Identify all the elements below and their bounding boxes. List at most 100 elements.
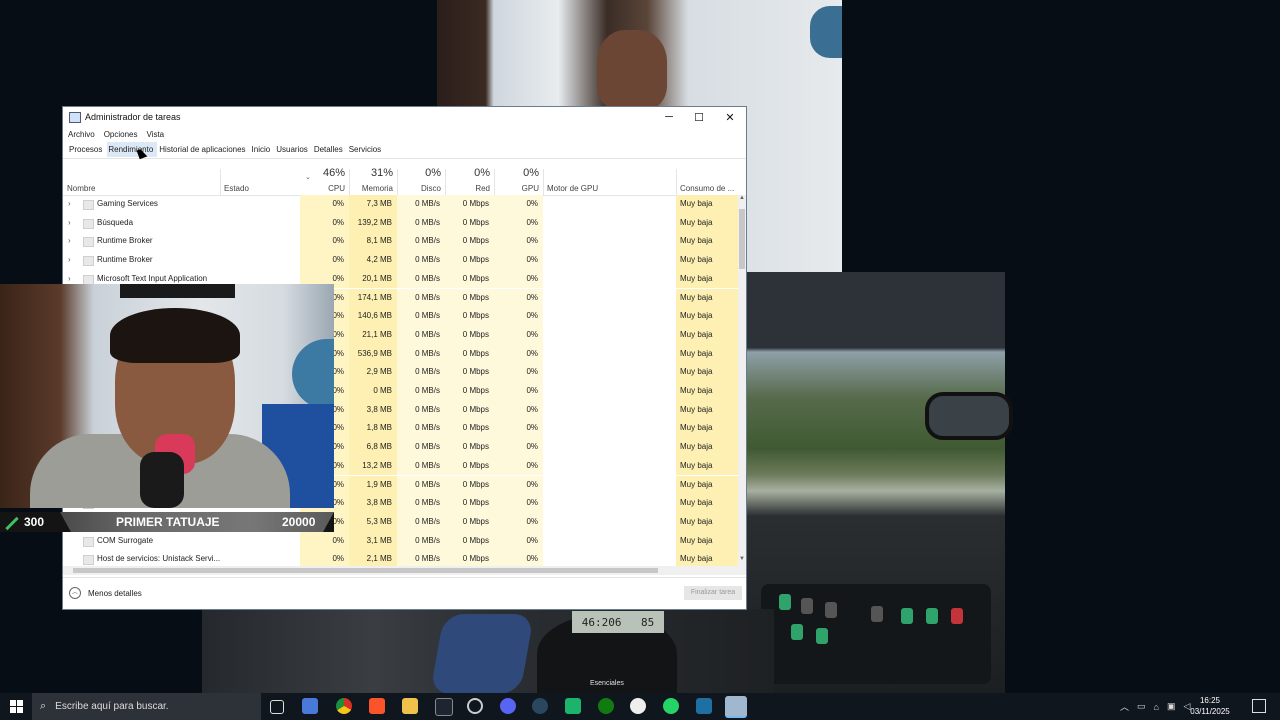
process-gpu: 0%: [494, 494, 543, 513]
horizontal-scrollbar[interactable]: [63, 566, 746, 575]
process-name: Gaming Services: [97, 199, 158, 208]
col-status[interactable]: Estado: [220, 165, 300, 195]
process-net: 0 Mbps: [445, 269, 494, 289]
process-disk: 0 MB/s: [397, 307, 445, 326]
expand-chevron-icon[interactable]: ›: [68, 251, 71, 270]
horizontal-scroll-thumb[interactable]: [73, 568, 658, 573]
col-cpu[interactable]: 46% CPU: [300, 165, 349, 195]
xbox-app-icon[interactable]: [598, 698, 614, 714]
expand-chevron-icon[interactable]: ›: [68, 195, 71, 214]
ring-light-webcam: [292, 339, 334, 409]
process-mem: 174,1 MB: [349, 288, 397, 308]
memory-total: 31%: [370, 167, 393, 179]
process-mem: 8,1 MB: [349, 232, 397, 252]
settings-icon[interactable]: [630, 698, 646, 714]
file-explorer-icon[interactable]: [402, 698, 418, 714]
search-placeholder: Escribe aquí para buscar.: [55, 701, 169, 712]
expand-chevron-icon[interactable]: ›: [68, 232, 71, 251]
col-memory[interactable]: 31% Memoria: [349, 165, 397, 195]
vertical-scroll-thumb[interactable]: [739, 209, 745, 269]
tab-rendimiento[interactable]: Rendimiento: [107, 142, 158, 157]
col-gpu[interactable]: 0% GPU: [494, 165, 543, 195]
process-cpu: 0%: [300, 195, 349, 214]
process-power: Muy baja: [676, 195, 738, 214]
tray-meet-icon[interactable]: ⌂: [1154, 702, 1159, 712]
tab-historial[interactable]: Historial de aplicaciones: [158, 142, 249, 157]
process-row[interactable]: › Runtime Broker 0% 8,1 MB 0 MB/s 0 Mbps 0% Muy…: [63, 232, 738, 252]
taskbar-clock[interactable]: 16:25 03/11/2025: [1190, 695, 1230, 717]
tab-usuarios[interactable]: Usuarios: [275, 142, 312, 157]
notification-icon[interactable]: [1252, 699, 1266, 713]
minimize-button[interactable]: ─: [654, 107, 684, 127]
process-row[interactable]: › Búsqueda 0% 139,2 MB 0 MB/s 0 Mbps 0% Muy baj…: [63, 213, 738, 233]
process-disk: 0 MB/s: [397, 363, 445, 382]
scroll-down-icon[interactable]: ▼: [738, 556, 746, 566]
vertical-scrollbar[interactable]: ▲ ▼: [738, 195, 746, 566]
maximize-button[interactable]: ☐: [684, 107, 714, 127]
store-icon[interactable]: [302, 698, 318, 714]
col-power[interactable]: Consumo de ...: [676, 165, 738, 195]
process-row[interactable]: › Runtime Broker 0% 4,2 MB 0 MB/s 0 Mbps 0% Muy…: [63, 251, 738, 270]
tab-bar: Procesos Rendimiento Historial de aplica…: [63, 141, 746, 159]
process-mem: 4,2 MB: [349, 251, 397, 270]
process-name: Runtime Broker: [97, 236, 153, 246]
tab-detalles[interactable]: Detalles: [313, 142, 347, 157]
process-disk: 0 MB/s: [397, 344, 445, 364]
menu-vista[interactable]: Vista: [146, 130, 164, 139]
col-gpu-engine[interactable]: Motor de GPU: [543, 165, 676, 195]
process-row[interactable]: Host de servicios: Unistack Servi... 0% 2,…: [63, 550, 738, 566]
process-mem: 3,8 MB: [349, 400, 397, 420]
process-net: 0 Mbps: [445, 382, 494, 401]
process-disk: 0 MB/s: [397, 438, 445, 457]
process-disk: 0 MB/s: [397, 419, 445, 439]
scroll-up-icon[interactable]: ▲: [738, 195, 746, 205]
less-details-button[interactable]: ︿ Menos detalles: [69, 587, 142, 599]
edge-icon[interactable]: [467, 698, 483, 714]
process-net: 0 Mbps: [445, 512, 494, 532]
process-icon: [83, 218, 94, 229]
tab-servicios[interactable]: Servicios: [348, 142, 385, 157]
clock-date: 03/11/2025: [1190, 707, 1230, 716]
expand-chevron-icon[interactable]: ›: [68, 214, 71, 233]
col-disk[interactable]: 0% Disco: [397, 165, 445, 195]
tray-network-icon[interactable]: ▣: [1167, 701, 1176, 712]
dash-value: 85: [641, 615, 655, 629]
col-status-label: Estado: [224, 184, 249, 193]
process-mem: 0 MB: [349, 382, 397, 401]
steam-icon[interactable]: [532, 698, 548, 714]
tab-procesos[interactable]: Procesos: [68, 142, 107, 157]
close-button[interactable]: ✕: [715, 107, 745, 127]
memory-label: Memoria: [361, 184, 393, 193]
taskbar-search[interactable]: ⌕ Escribe aquí para buscar.: [32, 693, 261, 720]
game-icon[interactable]: [696, 698, 712, 714]
process-row[interactable]: COM Surrogate 0% 3,1 MB 0 MB/s 0 Mbps 0% Muy b…: [63, 531, 738, 551]
process-power: Muy baja: [676, 213, 738, 233]
tray-chevron-icon[interactable]: ︿: [1120, 700, 1129, 713]
whatsapp-icon[interactable]: [663, 698, 679, 714]
tray-display-icon[interactable]: ▭: [1137, 701, 1146, 712]
process-mem: 21,1 MB: [349, 325, 397, 345]
driver-arm: [429, 614, 535, 694]
chrome-icon[interactable]: [336, 698, 352, 714]
title-bar[interactable]: Administrador de tareas: [63, 107, 746, 127]
end-task-button[interactable]: Finalizar tarea: [684, 586, 742, 600]
process-row[interactable]: › Gaming Services 0% 7,3 MB 0 MB/s 0 Mbps 0% Mu…: [63, 195, 738, 214]
discord-icon[interactable]: [500, 698, 516, 714]
xbox-icon[interactable]: [565, 698, 581, 714]
process-net: 0 Mbps: [445, 475, 494, 495]
process-mem: 13,2 MB: [349, 456, 397, 476]
col-name[interactable]: Nombre: [63, 165, 220, 195]
menu-opciones[interactable]: Opciones: [104, 130, 138, 139]
tab-inicio[interactable]: Inicio: [251, 142, 275, 157]
app-icon[interactable]: [435, 698, 453, 716]
task-view-icon[interactable]: [270, 700, 284, 714]
process-cpu: 0%: [300, 531, 349, 551]
task-manager-taskbar-icon[interactable]: [725, 696, 747, 718]
task-manager-icon: [69, 111, 81, 123]
brave-icon[interactable]: [369, 698, 385, 714]
start-button[interactable]: [0, 693, 32, 720]
col-network[interactable]: 0% Red: [445, 165, 494, 195]
process-mem: 7,3 MB: [349, 195, 397, 214]
menu-archivo[interactable]: Archivo: [68, 130, 95, 139]
process-net: 0 Mbps: [445, 344, 494, 364]
